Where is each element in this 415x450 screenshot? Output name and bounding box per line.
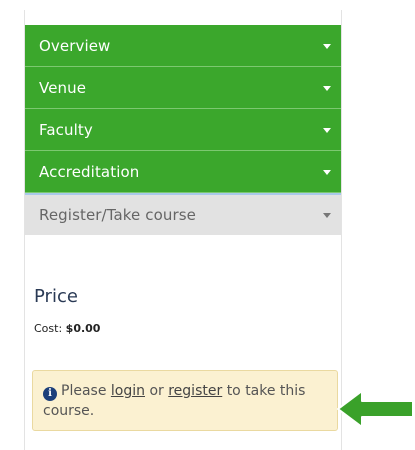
cost-line: Cost: $0.00 [34, 322, 100, 335]
accordion-item-label: Accreditation [39, 162, 140, 181]
accordion-item-label: Venue [39, 78, 87, 97]
page: Overview Venue Faculty Accreditation Reg… [0, 0, 415, 450]
login-notice: i Please login or register to take this c… [32, 370, 338, 431]
info-icon: i [43, 387, 57, 401]
accordion-item-venue[interactable]: Venue [25, 67, 341, 109]
course-accordion: Overview Venue Faculty Accreditation Reg… [25, 25, 341, 235]
accordion-item-label: Faculty [39, 120, 93, 139]
chevron-down-icon [323, 127, 331, 133]
accordion-item-register[interactable]: Register/Take course [25, 193, 341, 235]
accordion-item-label: Overview [39, 36, 111, 55]
price-heading: Price [34, 286, 78, 307]
course-panel: Overview Venue Faculty Accreditation Reg… [24, 10, 342, 450]
accordion-item-faculty[interactable]: Faculty [25, 109, 341, 151]
accordion-item-label: Register/Take course [39, 206, 196, 224]
chevron-down-icon [323, 213, 331, 218]
register-link[interactable]: register [168, 383, 222, 399]
cost-value: $0.00 [65, 322, 101, 335]
login-link[interactable]: login [111, 383, 145, 399]
notice-text-middle: or [149, 383, 164, 399]
arrow-left-icon [337, 390, 414, 428]
chevron-down-icon [323, 43, 331, 49]
notice-text-before: Please [61, 383, 107, 399]
chevron-down-icon [323, 169, 331, 175]
accordion-item-accreditation[interactable]: Accreditation [25, 151, 341, 193]
cost-label: Cost: [34, 322, 63, 335]
chevron-down-icon [323, 85, 331, 91]
accordion-item-overview[interactable]: Overview [25, 25, 341, 67]
